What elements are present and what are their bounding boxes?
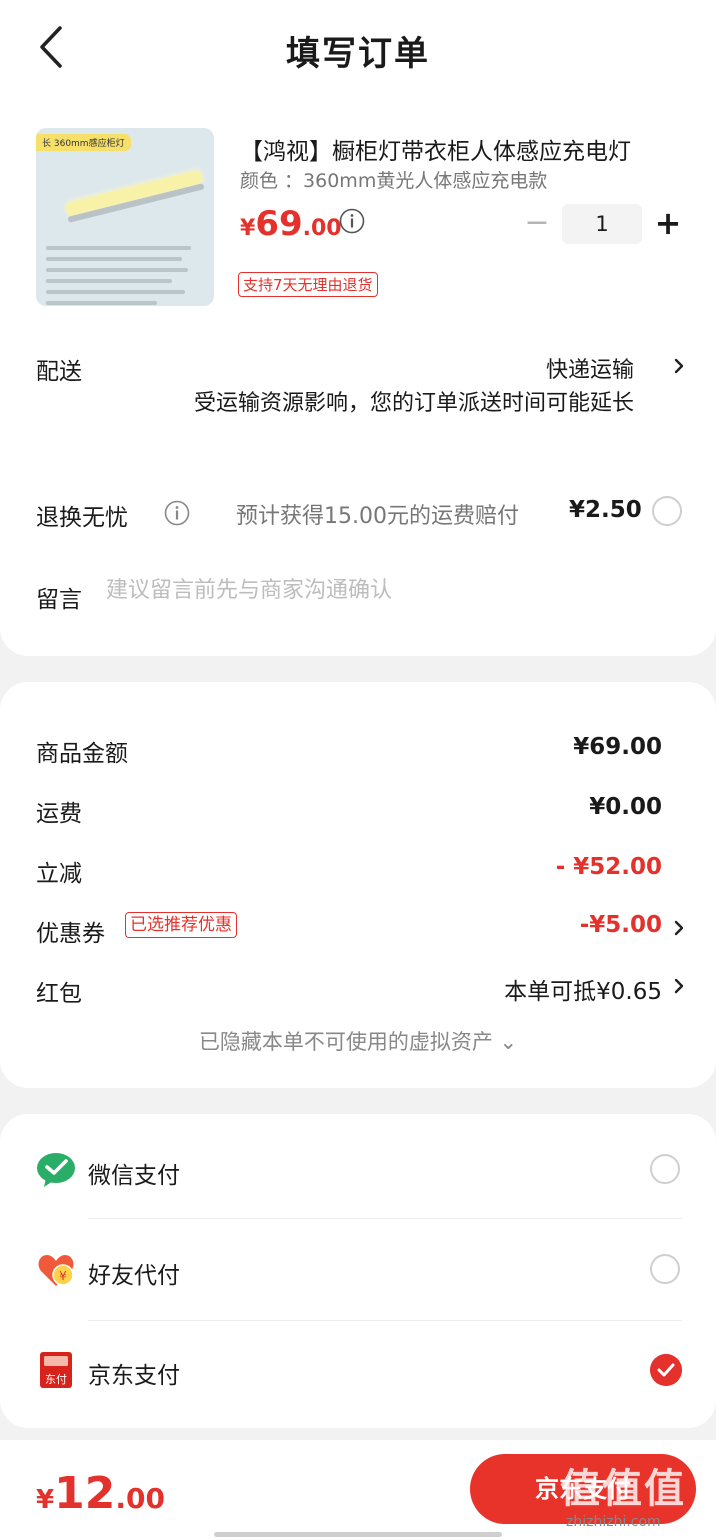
return-insurance-price: ¥2.50 xyxy=(569,497,642,523)
quantity-field[interactable]: 1 xyxy=(562,204,642,244)
return-insurance-label: 退换无忧 xyxy=(36,505,128,531)
discount-label: 立减 xyxy=(36,861,82,887)
return-policy-badge: 支持7天无理由退货 xyxy=(238,272,378,297)
goods-amount-value: ¥69.00 xyxy=(573,734,662,760)
product-price: ¥69.00 xyxy=(240,204,342,244)
page-title: 填写订单 xyxy=(286,34,430,74)
product-title[interactable]: 【鸿视】橱柜灯带衣柜人体感应充电灯 xyxy=(240,132,686,166)
payment-methods-card: 微信支付 ¥ 好友代付 东付 京东支付 xyxy=(0,1114,716,1428)
spec-lines-graphic xyxy=(46,246,204,306)
coupon-recommended-badge: 已选推荐优惠 xyxy=(125,912,237,938)
jd-pay-icon-glyph: 东付 xyxy=(45,1373,67,1386)
divider xyxy=(88,1320,682,1321)
delivery-method[interactable]: 快递运输 xyxy=(546,352,634,384)
bottom-bar: ¥12.00 京东支付 值值值 zhizhizhi.com xyxy=(0,1440,716,1540)
watermark-url: zhizhizhi.com xyxy=(566,1514,661,1530)
payment-method-label[interactable]: 微信支付 xyxy=(88,1156,180,1190)
wechat-pay-icon xyxy=(37,1153,75,1187)
price-decimal: .00 xyxy=(302,216,342,241)
coupon-value[interactable]: -¥5.00 xyxy=(580,912,662,938)
coupon-chevron-right-icon[interactable] xyxy=(672,916,686,940)
order-card: 长 360mm感应柜灯 【鸿视】橱柜灯带衣柜人体感应充电灯 颜色 ：360mm黄… xyxy=(0,100,716,656)
price-info-icon[interactable] xyxy=(339,208,365,234)
delivery-note: 受运输资源影响，您的订单派送时间可能延长 xyxy=(193,391,634,416)
redpacket-label: 红包 xyxy=(36,981,82,1007)
message-input[interactable] xyxy=(106,578,666,603)
divider xyxy=(88,1218,682,1219)
product-image[interactable]: 长 360mm感应柜灯 xyxy=(36,128,214,306)
friend-pay-icon: ¥ xyxy=(38,1255,74,1286)
payment-method-label[interactable]: 京东支付 xyxy=(88,1356,180,1390)
price-integer: 69 xyxy=(255,204,303,244)
coupon-label: 优惠券 xyxy=(36,921,105,947)
shipping-label: 运费 xyxy=(36,801,82,827)
quantity-increase-button[interactable]: + xyxy=(650,204,686,244)
quantity-decrease-button[interactable]: − xyxy=(522,206,552,242)
watermark: 值值值 xyxy=(560,1466,686,1512)
chevron-right-icon[interactable] xyxy=(672,354,686,378)
total-amount: ¥12.00 xyxy=(36,1468,165,1519)
total-integer: 12 xyxy=(54,1468,116,1519)
price-currency: ¥ xyxy=(240,216,256,241)
goods-amount-label: 商品金额 xyxy=(36,741,128,767)
hidden-assets-toggle[interactable]: 已隐藏本单不可使用的虚拟资产 ⌄ xyxy=(0,1026,716,1056)
product-spec[interactable]: 颜色 ：360mm黄光人体感应充电款 xyxy=(240,166,547,193)
delivery-label: 配送 xyxy=(36,359,82,385)
home-indicator[interactable] xyxy=(214,1532,502,1537)
payment-method-label[interactable]: 好友代付 xyxy=(88,1256,180,1290)
shipping-value: ¥0.00 xyxy=(589,794,662,820)
message-label: 留言 xyxy=(36,587,82,613)
return-insurance-text: 预计获得15.00元的运费赔付 xyxy=(236,504,519,529)
total-currency: ¥ xyxy=(36,1485,55,1515)
return-insurance-radio[interactable] xyxy=(652,496,682,526)
total-decimal: .00 xyxy=(115,1482,165,1515)
redpacket-chevron-right-icon[interactable] xyxy=(672,974,686,998)
price-summary-card: 商品金额 ¥69.00 运费 ¥0.00 立减 - ¥52.00 优惠券 已选推… xyxy=(0,682,716,1088)
friend-pay-icon-glyph: ¥ xyxy=(59,1269,67,1283)
discount-value: - ¥52.00 xyxy=(555,854,662,880)
check-circle-icon[interactable] xyxy=(650,1354,682,1386)
jd-pay-icon: 东付 xyxy=(40,1352,72,1388)
product-image-tag: 长 360mm感应柜灯 xyxy=(36,134,131,151)
header: 填写订单 xyxy=(0,0,716,100)
return-info-icon[interactable] xyxy=(164,500,190,526)
wechat-pay-radio[interactable] xyxy=(650,1154,680,1184)
redpacket-value[interactable]: 本单可抵¥0.65 xyxy=(504,972,662,1006)
friend-pay-radio[interactable] xyxy=(650,1254,680,1284)
